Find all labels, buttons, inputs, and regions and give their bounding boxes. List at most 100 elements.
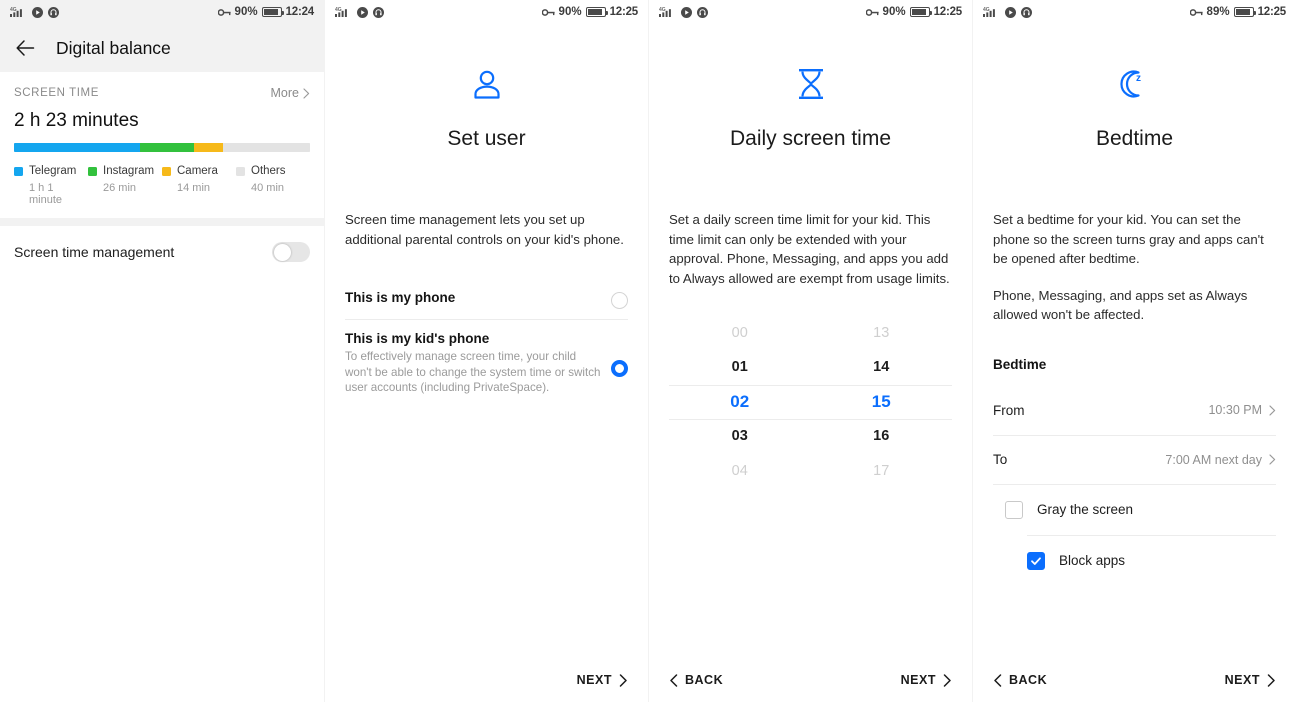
wizard-footer: BACK NEXT [649,658,972,702]
radio-this-is-my-kids-phone[interactable] [611,360,628,377]
back-arrow-icon[interactable] [14,37,36,59]
person-icon [325,62,648,106]
media-play-icon [357,6,368,18]
back-button[interactable]: BACK [669,673,723,687]
next-button[interactable]: NEXT [1225,673,1276,687]
radio-this-is-my-phone[interactable] [611,292,628,309]
app-bar: Digital balance [0,24,324,72]
bedtime-to-value: 7:00 AM next day [1165,452,1262,467]
chevron-right-icon [1269,404,1276,416]
more-link[interactable]: More [271,86,310,100]
usage-bar [14,143,310,152]
svg-text:4G: 4G [983,7,990,13]
hero: z Bedtime [973,24,1296,151]
chevron-left-icon [993,673,1002,687]
more-link-label: More [270,86,299,100]
bedtime-rows: From 10:30 PM To 7:00 AM next day [973,386,1296,484]
picker-value[interactable]: 03 [669,419,811,453]
chevron-left-icon [669,673,678,687]
status-bar-left-icons: 4G [983,6,1032,18]
legend-app-name: Telegram [29,165,77,177]
checkbox-block-apps-label: Block apps [1059,553,1126,568]
chevron-right-icon [619,673,628,687]
picker-value[interactable]: 13 [811,316,953,350]
picker-value[interactable]: 00 [669,316,811,350]
picker-value[interactable]: 16 [811,419,953,453]
picker-value[interactable]: 01 [669,350,811,384]
bedtime-row-to[interactable]: To 7:00 AM next day [993,434,1276,484]
checkbox-row-block-apps[interactable]: Block apps [1027,534,1276,586]
page-title: Digital balance [56,37,171,58]
legend-app-name: Others [251,165,286,177]
headset-icon [373,6,384,18]
battery-percent: 90% [558,6,582,18]
picker-value[interactable]: 17 [811,454,953,488]
headset-icon [697,6,708,18]
battery-icon [585,7,608,17]
bedtime-row-from[interactable]: From 10:30 PM [993,386,1276,435]
legend-app-duration: 14 min [177,182,211,194]
picker-column-hours[interactable]: 00 01 02 03 04 [669,316,811,488]
signal-4g-icon: 4G [983,6,1000,18]
status-bar-left-icons: 4G [10,6,59,18]
option-main: This is my kid's phone To effectively ma… [345,331,601,396]
screen-time-management-label: Screen time management [14,244,175,260]
legend-item-head: Instagram [88,165,162,177]
picker-bottom-line [669,419,952,421]
usage-bar-segment [14,143,141,152]
next-button-label: NEXT [576,673,612,687]
status-bar: 4G 90% 12:24 [0,0,324,24]
legend-item-head: Others [236,165,310,177]
legend-app-duration: 1 h 1 minute [29,182,63,206]
option-title: This is my kid's phone [345,331,490,346]
screen-time-section-label: SCREEN TIME [14,87,99,99]
next-button[interactable]: NEXT [901,673,952,687]
description-paragraph: Screen time management lets you set up a… [345,212,624,247]
screenshot-strip: 4G 90% 12:24 Digital balance SCREEN TIME… [0,0,1296,702]
bedtime-from-value: 10:30 PM [1208,403,1262,417]
hero-title: Set user [447,127,526,150]
back-button-label: BACK [685,673,724,687]
legend-item-head: Camera [162,165,236,177]
bedtime-from-value-wrap: 10:30 PM [1208,403,1276,417]
battery-percent: 89% [1206,6,1230,18]
legend-item: Telegram 1 h 1 minute [14,165,88,206]
bedtime-to-value-wrap: 7:00 AM next day [1165,453,1276,467]
vpn-key-icon [541,8,555,17]
hero-title: Bedtime [1095,127,1174,150]
checkbox-row-gray-the-screen[interactable]: Gray the screen [993,483,1276,535]
status-bar-left-icons: 4G [335,6,384,18]
legend-app-name: Camera [177,165,218,177]
battery-icon [1233,7,1256,17]
picker-column-minutes[interactable]: 13 14 15 16 17 [811,316,953,488]
legend-item: Others 40 min [236,165,310,206]
back-button[interactable]: BACK [993,673,1047,687]
hero: Daily screen time [649,24,972,151]
option-this-is-my-phone[interactable]: This is my phone [345,279,628,319]
picker-value-selected[interactable]: 02 [669,385,811,419]
picker-value-selected[interactable]: 15 [811,385,953,419]
next-button[interactable]: NEXT [577,673,628,687]
checkbox-block-apps[interactable] [1027,551,1045,570]
vpn-key-icon [865,8,879,17]
screen-time-management-toggle[interactable] [272,242,310,262]
screen-time-management-row[interactable]: Screen time management [0,226,324,278]
moon-zzz-icon: z [973,62,1296,106]
hero: Set user [325,24,648,151]
picker-value[interactable]: 04 [669,454,811,488]
description: Screen time management lets you set up a… [325,210,648,249]
svg-text:z: z [1136,73,1141,84]
headset-icon [48,6,59,18]
picker-value[interactable]: 14 [811,350,953,384]
checkbox-gray-the-screen[interactable] [1005,500,1023,519]
option-this-is-my-kids-phone[interactable]: This is my kid's phone To effectively ma… [345,319,628,406]
duration-picker[interactable]: 00 01 02 03 04 13 14 15 16 17 [649,316,972,488]
usage-bar-segment [222,143,310,152]
status-bar-right-icons: 90% 12:25 [865,6,962,18]
legend-item-head: Telegram [14,165,88,177]
legend-app-name: Instagram [103,165,155,177]
clock: 12:25 [1257,6,1287,18]
chevron-right-icon [1267,673,1276,687]
description-paragraph: Phone, Messaging, and apps set as Always… [993,287,1248,323]
clock: 12:25 [609,6,639,18]
